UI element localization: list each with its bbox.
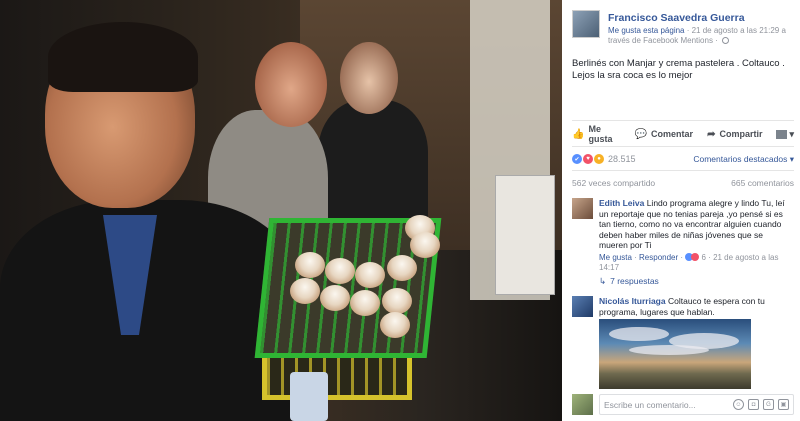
view-replies-link[interactable]: ↳ 7 respuestas: [599, 276, 659, 287]
top-comments-dropdown[interactable]: Comentarios destacados ▾: [693, 154, 794, 165]
emoji-icon[interactable]: ☺: [733, 399, 744, 410]
photo-bun: [320, 285, 350, 311]
like-page-link[interactable]: Me gusta esta página: [608, 26, 685, 35]
photo-cloud: [609, 327, 669, 341]
photo-bun: [380, 312, 410, 338]
page-avatar[interactable]: [572, 10, 600, 38]
photo-bun: [410, 232, 440, 258]
post-meta: Me gusta esta página · 21 de agosto a la…: [608, 26, 792, 46]
comment-composer: ☺ ◘ G ▣: [572, 394, 794, 416]
post-header: Francisco Saavedra Guerra Me gusta esta …: [572, 10, 792, 50]
photo-bun: [382, 288, 412, 314]
photo-person-front-hair: [48, 22, 198, 92]
like-button-label: Me gusta: [588, 124, 613, 144]
chevron-down-icon: ▾: [789, 128, 794, 139]
commenter-name[interactable]: Edith Leiva: [599, 198, 644, 208]
divider: [572, 120, 794, 121]
love-reaction-icon[interactable]: ♥: [583, 154, 593, 164]
author-name[interactable]: Francisco Saavedra Guerra: [608, 12, 745, 24]
comment-count[interactable]: 665 comentarios: [731, 178, 794, 188]
comment-attached-photo[interactable]: [599, 319, 751, 389]
post-actions: 👍 Me gusta 💬 Comentar ➦ Compartir ▾: [572, 124, 794, 144]
replies-label: 7 respuestas: [610, 276, 659, 286]
comment-reaction-count[interactable]: 6: [702, 253, 706, 262]
reactions-summary: ✔ ♥ ● 28.515 Comentarios destacados ▾: [572, 152, 794, 166]
photo-person-middle-head: [255, 42, 327, 127]
reply-arrow-icon: ↳: [599, 276, 607, 286]
love-reaction-icon: [691, 252, 700, 261]
comment-like-link[interactable]: Me gusta: [599, 253, 632, 262]
comment-icon: 💬: [634, 128, 648, 140]
post-as-selector[interactable]: ▾: [776, 129, 794, 140]
divider: [572, 170, 794, 171]
divider: [572, 146, 794, 147]
commenter-avatar[interactable]: [572, 296, 593, 317]
like-reaction-icon[interactable]: ✔: [572, 154, 582, 164]
photo-bun: [387, 255, 417, 281]
post-side-panel: Francisco Saavedra Guerra Me gusta esta …: [562, 0, 800, 421]
sticker-icon[interactable]: ▣: [778, 399, 789, 410]
current-user-avatar: [572, 394, 593, 415]
share-button[interactable]: ➦ Compartir: [707, 129, 762, 140]
comment-button-label: Comentar: [651, 129, 694, 139]
share-count[interactable]: 562 veces compartido: [572, 178, 655, 188]
comment-meta: Me gusta · Responder · 6 · 21 de agosto …: [599, 252, 779, 272]
photo-drawers: [495, 175, 555, 295]
photo-bun: [355, 262, 385, 288]
post-photo[interactable]: [0, 0, 562, 421]
thumbs-up-icon: 👍: [572, 128, 585, 140]
comment-body: Edith Leiva Lindo programa alegre y lind…: [599, 198, 794, 273]
photo-person-right-head: [340, 42, 398, 114]
comment-button[interactable]: 💬 Comentar: [635, 129, 693, 140]
commenter-avatar[interactable]: [572, 198, 593, 219]
camera-icon[interactable]: ◘: [748, 399, 759, 410]
commenter-name[interactable]: Nicolás Iturriaga: [599, 296, 666, 306]
like-button[interactable]: 👍 Me gusta: [572, 124, 621, 144]
photo-cloud: [629, 345, 709, 355]
share-arrow-icon: ➦: [707, 128, 716, 140]
comment-reply-link[interactable]: Responder: [639, 253, 678, 262]
photo-bun: [290, 278, 320, 304]
globe-icon: [722, 37, 730, 44]
comment-input-box[interactable]: ☺ ◘ G ▣: [599, 394, 794, 415]
post-caption: Berlinés con Manjar y crema pastelera . …: [572, 58, 785, 81]
photo-bun: [295, 252, 325, 278]
photo-bun: [350, 290, 380, 316]
photo-bun: [325, 258, 355, 284]
photo-person-right-body: [318, 100, 428, 230]
reaction-count[interactable]: 28.515: [608, 154, 636, 164]
share-button-label: Compartir: [719, 129, 763, 139]
photo-paper-roll: [290, 372, 328, 421]
comment-input[interactable]: [604, 398, 724, 412]
user-mini-avatar: [776, 129, 788, 139]
wow-reaction-icon[interactable]: ●: [594, 154, 604, 164]
gif-icon[interactable]: G: [763, 399, 774, 410]
composer-tools: ☺ ◘ G ▣: [733, 399, 789, 410]
post-stats: 562 veces compartido 665 comentarios: [572, 178, 794, 188]
comment-body: Nicolás Iturriaga Coltauco te espera con…: [599, 296, 794, 317]
